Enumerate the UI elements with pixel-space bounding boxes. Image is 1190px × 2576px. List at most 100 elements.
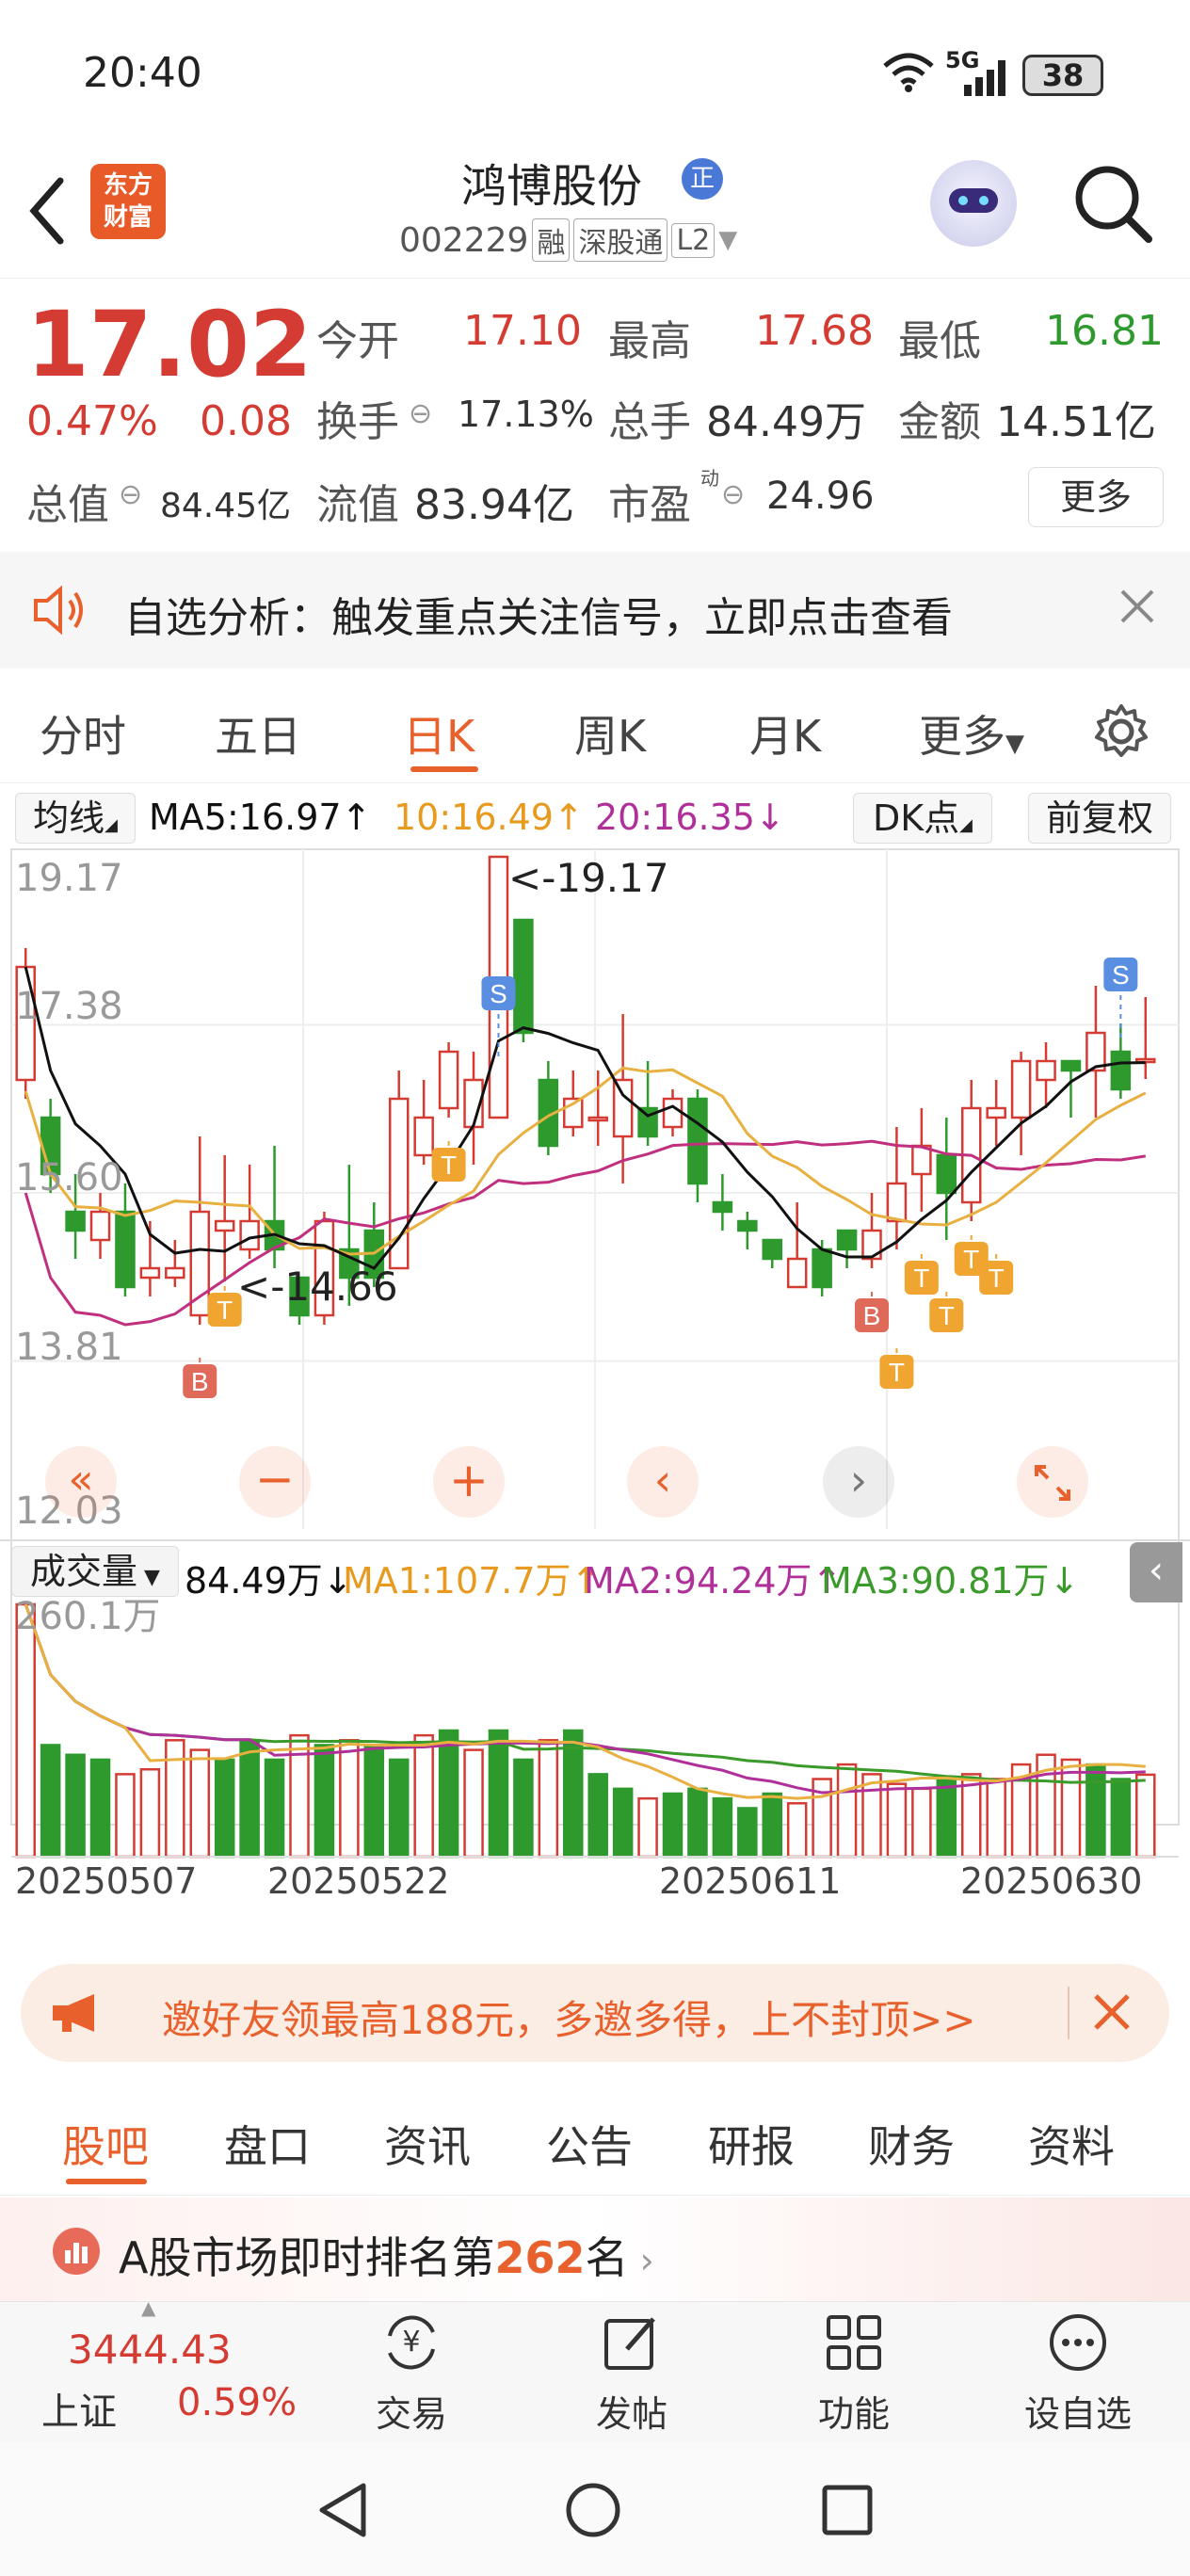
ma20-value: 20:16.35↓ — [595, 797, 785, 838]
eastmoney-logo[interactable]: 东方 财富 — [90, 164, 166, 239]
ma-indicator-bar: 均线◢ MA5:16.97↑ 10:16.49↑ 20:16.35↓ DK点◢ … — [0, 783, 1190, 851]
volume-bar — [513, 1758, 534, 1859]
tab-weekly-k[interactable]: 周K — [574, 702, 646, 765]
take-signal-text: T — [963, 1245, 979, 1274]
collapse-panel-icon[interactable]: ‹ — [1130, 1542, 1182, 1602]
pe-label: 市盈 — [608, 481, 691, 529]
change-amount: 0.08 — [200, 397, 292, 445]
settings-gear-icon[interactable] — [1092, 702, 1150, 765]
tab-news[interactable]: 资讯 — [384, 2113, 471, 2175]
date-label-3: 20250611 — [659, 1860, 842, 1902]
bottom-toolbar: ▲ 3444.43 上证 0.59% ¥ 交易 发帖 功能 设自选 — [0, 2296, 1190, 2442]
features-label: 功能 — [817, 2393, 890, 2435]
nav-recents-icon[interactable] — [819, 2482, 876, 2542]
stock-header: 东方 财富 鸿博股份 正 002229 融 深股通 L2 ▼ — [0, 141, 1190, 279]
volume-bar — [612, 1787, 634, 1859]
candle-body — [687, 1097, 708, 1185]
volume-bar — [861, 1773, 882, 1859]
candle-body — [587, 1116, 608, 1122]
volume-bar — [239, 1739, 260, 1859]
rank-chart-icon — [53, 2228, 100, 2275]
low-value: 16.81 — [1045, 307, 1164, 355]
index-change[interactable]: 0.59% — [177, 2381, 297, 2424]
tab-intraday[interactable]: 分时 — [40, 702, 126, 765]
volume-bar — [463, 1748, 484, 1859]
megaphone-icon — [49, 1992, 105, 2037]
assistant-avatar-icon[interactable] — [930, 160, 1017, 247]
index-value[interactable]: 3444.43 — [68, 2326, 232, 2373]
candle-body — [836, 1229, 858, 1251]
scroll-right-button[interactable]: › — [823, 1446, 894, 1518]
expand-icon[interactable]: ▲ — [141, 2296, 155, 2319]
high-label: 最高 — [608, 317, 691, 365]
tab-more[interactable]: 更多▼ — [919, 702, 1024, 765]
scroll-left-button[interactable]: ‹ — [627, 1446, 699, 1518]
float-label: 流值 — [316, 481, 399, 529]
dk-point-select[interactable]: DK点◢ — [853, 793, 992, 844]
signal-banner[interactable]: 自选分析：触发重点关注信号，立即点击查看 — [0, 552, 1190, 668]
tab-guba[interactable]: 股吧 — [62, 2113, 149, 2175]
volume-indicator-select[interactable]: 成交量 ▼ — [11, 1546, 179, 1597]
tab-daily-k[interactable]: 日K — [403, 702, 474, 765]
vol-ma1: MA1:107.7万↑ — [343, 1560, 602, 1602]
volume-bar — [488, 1729, 509, 1859]
scroll-start-button[interactable]: « — [45, 1446, 117, 1518]
invite-banner[interactable]: 邀好友领最高188元，多邀多得，上不封顶>> — [21, 1964, 1169, 2062]
add-watchlist-button[interactable]: 设自选 — [1017, 2310, 1139, 2437]
close-icon[interactable] — [1117, 586, 1158, 631]
fullscreen-icon[interactable] — [1017, 1446, 1088, 1518]
add-watchlist-label: 设自选 — [1023, 2393, 1132, 2435]
volume-bar — [15, 1602, 36, 1859]
tab-pankou[interactable]: 盘口 — [224, 2113, 311, 2175]
volume-bar — [936, 1778, 957, 1859]
market-rank-banner[interactable]: A股市场即时排名第262名 › — [0, 2198, 1190, 2301]
info-icon[interactable]: ⊖ — [721, 478, 745, 511]
candle-body — [986, 1106, 1006, 1119]
tab-research[interactable]: 研报 — [708, 2113, 795, 2175]
volume-label: 成交量 — [30, 1551, 138, 1592]
tab-five-day[interactable]: 五日 — [215, 702, 301, 765]
candle-body — [936, 1153, 957, 1195]
sell-signal-text: S — [1112, 960, 1130, 990]
edit-icon — [604, 2317, 655, 2370]
tab-profile[interactable]: 资料 — [1028, 2113, 1115, 2175]
info-icon[interactable]: ⊖ — [409, 397, 432, 430]
open-value: 17.10 — [463, 307, 582, 355]
kline-chart[interactable]: BTTSBTTTTTS 19.17 17.38 15.60 13.81 12.0… — [0, 847, 1190, 1940]
post-button[interactable]: 发帖 — [571, 2310, 693, 2437]
active-tab-indicator — [410, 766, 478, 772]
price-tick-4: 13.81 — [15, 1326, 123, 1369]
info-icon[interactable]: ⊖ — [119, 478, 142, 511]
features-button[interactable]: 功能 — [793, 2310, 915, 2437]
nav-back-icon[interactable] — [314, 2480, 371, 2544]
company-badge: 正 — [682, 158, 723, 200]
caret-down-icon: ▼ — [1005, 730, 1024, 758]
ma-type-select[interactable]: 均线◢ — [15, 793, 136, 844]
rank-text: A股市场即时排名第262名 › — [119, 2232, 654, 2283]
volume-bar — [115, 1773, 136, 1859]
search-icon[interactable] — [1073, 164, 1154, 249]
high-value: 17.68 — [755, 307, 874, 355]
tab-monthly-k[interactable]: 月K — [749, 702, 821, 765]
back-icon[interactable] — [26, 173, 68, 252]
kline-svg: BTTSBTTTTTS — [0, 848, 1190, 1859]
trade-button[interactable]: ¥ 交易 — [350, 2310, 473, 2437]
adjust-select[interactable]: 前复权 — [1028, 793, 1171, 844]
min-price-annotation: <-14.66 — [237, 1264, 398, 1310]
mcap-value: 84.45亿 — [160, 487, 292, 525]
dropdown-icon[interactable]: ▼ — [718, 226, 737, 254]
zoom-out-button[interactable]: − — [239, 1446, 311, 1518]
svg-text:¥: ¥ — [402, 2326, 420, 2359]
rank-number: 262 — [494, 2232, 586, 2283]
close-icon[interactable] — [1090, 1990, 1134, 2037]
index-name[interactable]: 上证 — [41, 2381, 117, 2436]
zoom-in-button[interactable]: + — [433, 1446, 505, 1518]
tab-announcements[interactable]: 公告 — [546, 2113, 633, 2175]
buy-signal-text: B — [863, 1301, 881, 1330]
nav-home-icon[interactable] — [563, 2480, 623, 2544]
candle-body — [89, 1210, 111, 1242]
tab-finance[interactable]: 财务 — [868, 2113, 955, 2175]
more-button[interactable]: 更多 — [1028, 467, 1164, 527]
invite-text: 邀好友领最高188元，多邀多得，上不封顶>> — [162, 1997, 976, 2043]
candle-body — [712, 1200, 733, 1214]
